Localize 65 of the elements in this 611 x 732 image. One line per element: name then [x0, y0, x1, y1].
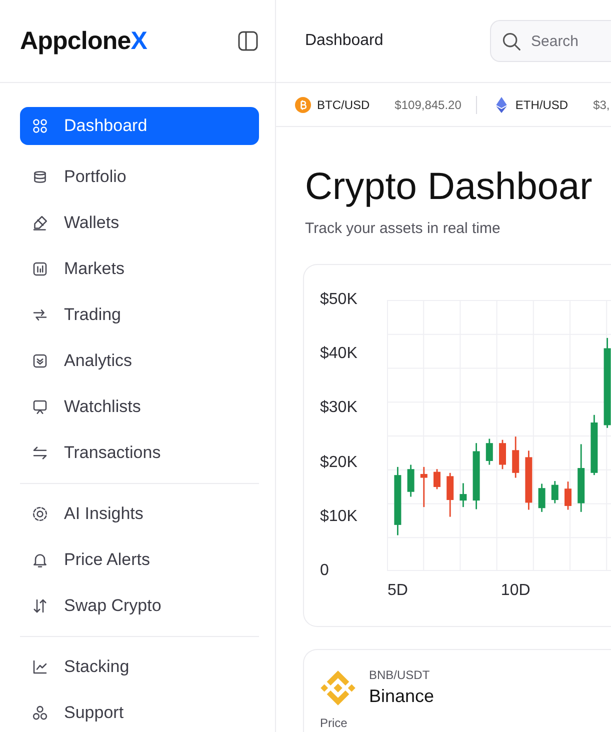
nav-item[interactable]: Trading	[20, 298, 259, 332]
nav-item[interactable]: Analytics	[20, 344, 259, 378]
bell-icon	[31, 551, 49, 569]
line-chart-icon	[31, 658, 49, 676]
nav-item[interactable]: Transactions	[20, 436, 259, 470]
axis-label: 5D	[387, 582, 408, 600]
nav-item[interactable]: Stacking	[20, 650, 259, 684]
axis-label: $10K	[320, 508, 358, 526]
search-icon	[502, 32, 521, 50]
nav-item[interactable]: Price Alerts	[20, 543, 259, 577]
pair-label: BTC/USD	[317, 98, 370, 112]
exchange-name: Binance	[369, 686, 434, 707]
diamond-icon	[496, 96, 508, 112]
nav-item[interactable]: Support	[20, 696, 259, 730]
candle	[434, 469, 440, 490]
target-icon	[31, 505, 49, 523]
nav-item[interactable]: Watchlists	[20, 390, 259, 424]
price-label: $109,845.20	[394, 98, 462, 112]
page-subtitle: Track your assets in real time	[305, 220, 502, 238]
search-field[interactable]: Search	[490, 20, 611, 62]
nav-item[interactable]: Wallets	[20, 206, 259, 240]
price-label: $3,	[593, 98, 610, 112]
axis-label: $40K	[320, 345, 358, 364]
sidebar-toggle-icon[interactable]	[238, 31, 258, 51]
nav-item[interactable]: Markets	[20, 252, 259, 286]
pair-label: ETH/USD	[515, 98, 568, 112]
price-label: Price	[320, 716, 348, 730]
candle	[472, 443, 480, 510]
grid-icon	[31, 117, 49, 135]
header-title: Dashboard	[305, 32, 384, 50]
candle	[512, 436, 520, 478]
candle	[486, 438, 493, 465]
eraser-icon	[31, 214, 49, 232]
database-icon	[31, 168, 49, 186]
app-logo: AppcloneX	[20, 26, 147, 56]
axis-label: 0	[320, 562, 329, 580]
axis-label: $30K	[320, 399, 358, 418]
candle	[499, 440, 506, 470]
candle	[407, 464, 414, 497]
bar-chart-icon	[31, 260, 49, 278]
monitor-icon	[31, 398, 49, 416]
candle	[538, 484, 546, 512]
candle	[564, 482, 572, 510]
candle	[551, 481, 558, 504]
candle	[446, 472, 454, 517]
candle	[590, 414, 598, 476]
diamond-logo-icon	[320, 670, 356, 706]
axis-label: 10D	[500, 582, 530, 600]
nav-item[interactable]: AI Insights	[20, 497, 259, 531]
page-title: Crypto Dashboar	[305, 165, 594, 209]
candle	[394, 466, 402, 536]
pair-label: BNB/USDT	[369, 668, 431, 682]
nav-item[interactable]: Swap Crypto	[20, 589, 259, 623]
nav-item[interactable]: Dashboard	[20, 107, 259, 145]
chevron-box-icon	[31, 352, 49, 370]
candle	[578, 444, 585, 512]
axis-label: $50K	[320, 291, 358, 309]
candle	[420, 466, 428, 508]
candle	[525, 450, 532, 510]
axis-label: $20K	[320, 454, 358, 472]
coin-icon	[295, 96, 311, 112]
nav-item[interactable]: Portfolio	[20, 160, 259, 194]
sort-arrows-icon	[31, 597, 49, 615]
candle	[460, 483, 467, 508]
circles-icon	[31, 704, 49, 722]
